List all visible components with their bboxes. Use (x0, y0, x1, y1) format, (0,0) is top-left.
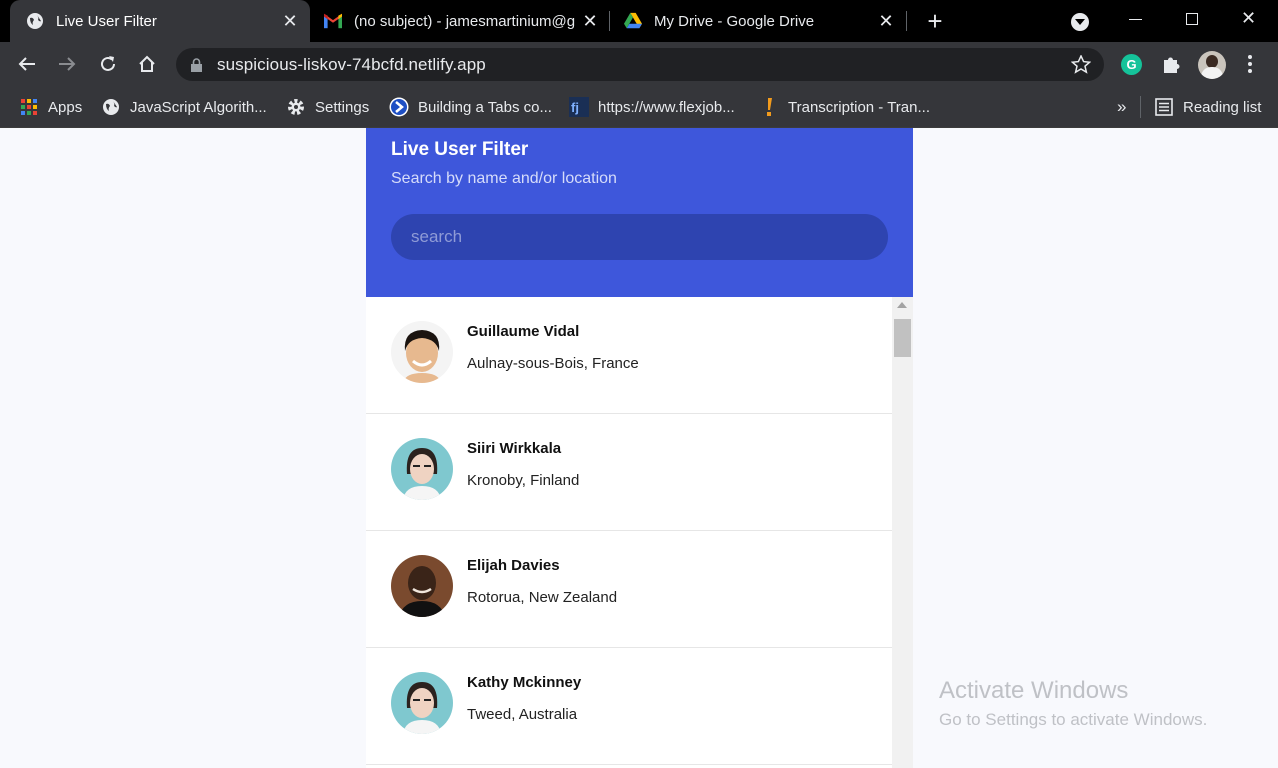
tab-title: (no subject) - jamesmartinium@g (354, 12, 576, 30)
avatar (391, 555, 453, 617)
close-window-icon[interactable]: ✕ (1241, 8, 1256, 29)
search-input[interactable] (391, 214, 888, 260)
reading-list-icon (1154, 97, 1174, 117)
tab-search-icon[interactable] (1071, 13, 1089, 31)
minimize-icon[interactable] (1129, 19, 1142, 20)
bookmark-label: JavaScript Algorith... (130, 98, 267, 116)
bookmark-building-tabs[interactable]: Building a Tabs co... (389, 96, 552, 118)
address-bar[interactable]: suspicious-liskov-74bcfd.netlify.app (176, 48, 1104, 81)
close-tab-icon[interactable]: ✕ (580, 11, 600, 32)
grammarly-extension-icon[interactable]: G (1121, 54, 1142, 75)
profile-avatar[interactable] (1198, 51, 1226, 79)
tab-title: My Drive - Google Drive (654, 12, 815, 30)
new-tab-icon[interactable]: + (922, 8, 948, 35)
avatar (391, 321, 453, 383)
list-item: Siiri Wirkkala Kronoby, Finland (366, 414, 892, 531)
list-item: Guillaume Vidal Aulnay-sous-Bois, France (366, 297, 892, 414)
user-name: Elijah Davies (467, 557, 560, 574)
chevron-badge-icon (389, 97, 409, 117)
gear-icon (286, 97, 306, 117)
tab-live-user-filter[interactable]: Live User Filter ✕ (10, 0, 310, 42)
forward-icon[interactable] (53, 50, 81, 78)
back-icon[interactable] (13, 50, 41, 78)
watermark-subtitle: Go to Settings to activate Windows. (939, 710, 1208, 729)
restore-icon[interactable] (1186, 13, 1198, 25)
filter-header: Live User Filter Search by name and/or l… (366, 128, 913, 297)
drive-icon (624, 12, 642, 30)
svg-text:fj: fj (571, 100, 579, 115)
bookmark-transcription[interactable]: Transcription - Tran... (759, 96, 930, 118)
user-location: Rotorua, New Zealand (467, 589, 618, 606)
flexjobs-icon: fj (569, 97, 589, 117)
activate-windows-watermark: Activate Windows Go to Settings to activ… (939, 677, 1207, 730)
tab-strip: Live User Filter ✕ (no subject) - jamesm… (0, 0, 1278, 42)
user-name: Siiri Wirkkala (467, 440, 562, 457)
bookmark-apps[interactable]: Apps (19, 96, 82, 118)
scroll-up-arrow-icon[interactable] (897, 302, 907, 308)
page-subtitle: Search by name and/or location (391, 170, 617, 187)
close-tab-icon[interactable]: ✕ (876, 11, 896, 32)
reading-list-label: Reading list (1183, 98, 1262, 116)
url-text: suspicious-liskov-74bcfd.netlify.app (217, 55, 486, 74)
user-list-scrollbar[interactable] (892, 297, 913, 768)
list-item: Elijah Davies Rotorua, New Zealand (366, 531, 892, 648)
apps-grid-icon (19, 97, 39, 117)
lock-icon (191, 58, 202, 72)
avatar (391, 438, 453, 500)
globe-icon (26, 12, 44, 30)
extensions-puzzle-icon[interactable] (1161, 54, 1182, 75)
bookmark-label: https://www.flexjob... (598, 98, 735, 116)
scroll-thumb[interactable] (894, 319, 911, 357)
user-name: Guillaume Vidal (467, 323, 580, 340)
user-filter-card: Live User Filter Search by name and/or l… (366, 128, 913, 768)
bookmark-label: Building a Tabs co... (418, 98, 552, 116)
list-item: Kathy Mckinney Tweed, Australia (366, 648, 892, 765)
reading-list-button[interactable]: Reading list (1154, 96, 1261, 118)
bookmark-label: Settings (315, 98, 370, 116)
user-location: Aulnay-sous-Bois, France (467, 355, 639, 372)
tab-google-drive[interactable]: My Drive - Google Drive ✕ (612, 0, 904, 42)
browser-toolbar: suspicious-liskov-74bcfd.netlify.app G (0, 42, 1278, 87)
user-list: Guillaume Vidal Aulnay-sous-Bois, France… (366, 297, 892, 768)
bookmarks-bar: Apps JavaScript Algorith... Settings Bui… (0, 87, 1278, 128)
globe-icon (101, 97, 121, 117)
bookmark-flexjobs[interactable]: fj https://www.flexjob... (569, 96, 735, 118)
browser-menu-icon[interactable] (1248, 55, 1252, 75)
page-title: Live User Filter (391, 139, 529, 160)
watermark-title: Activate Windows (939, 677, 1129, 704)
bookmark-settings[interactable]: Settings (286, 96, 369, 118)
user-location: Kronoby, Finland (467, 472, 580, 489)
avatar (391, 672, 453, 734)
bookmark-label: Transcription - Tran... (788, 98, 930, 116)
bookmark-javascript-algorithms[interactable]: JavaScript Algorith... (101, 96, 267, 118)
home-icon[interactable] (133, 50, 161, 78)
bookmark-label: Apps (48, 98, 83, 116)
bookmark-star-icon[interactable] (1071, 55, 1091, 74)
exclamation-icon (759, 97, 779, 117)
user-name: Kathy Mckinney (467, 674, 582, 691)
reload-icon[interactable] (94, 50, 122, 78)
user-location: Tweed, Australia (467, 706, 578, 723)
close-tab-icon[interactable]: ✕ (280, 11, 300, 32)
bookmark-divider (1140, 96, 1141, 118)
bookmarks-overflow-button[interactable]: » (1117, 96, 1126, 118)
gmail-icon (324, 12, 342, 30)
tab-title: Live User Filter (56, 12, 157, 30)
tab-gmail[interactable]: (no subject) - jamesmartinium@g ✕ (312, 0, 608, 42)
